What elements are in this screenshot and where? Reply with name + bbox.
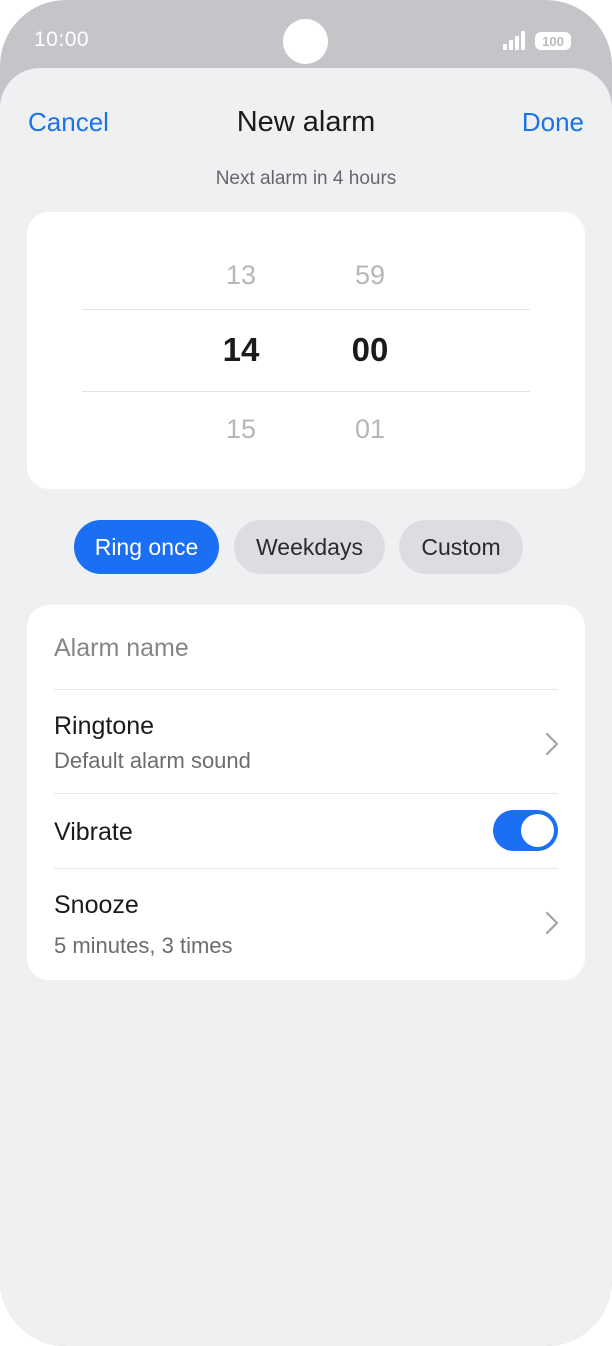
status-bar: 10:00 100 <box>0 0 612 68</box>
status-time: 10:00 <box>34 28 90 51</box>
alarm-name-input[interactable]: Alarm name <box>54 634 189 663</box>
vibrate-label: Vibrate <box>54 818 133 846</box>
ringtone-value: Default alarm sound <box>54 748 251 773</box>
alarm-name-row[interactable]: Alarm name <box>27 605 585 689</box>
vibrate-toggle[interactable] <box>493 810 558 851</box>
battery-level: 100 <box>542 33 564 49</box>
battery-icon: 100 <box>535 32 571 50</box>
minute-prev[interactable]: 59 <box>320 260 420 291</box>
time-picker[interactable]: 13 59 14 00 15 01 <box>27 212 585 489</box>
ringtone-row[interactable]: Ringtone Default alarm sound <box>27 690 585 793</box>
toggle-knob <box>521 814 554 847</box>
ringtone-label: Ringtone <box>54 712 155 740</box>
chevron-right-icon <box>545 911 559 935</box>
hour-next[interactable]: 15 <box>191 414 291 445</box>
snooze-value: 5 minutes, 3 times <box>54 933 233 958</box>
phone-frame: 10:00 100 Cancel New alarm Done Next ala… <box>0 0 612 1346</box>
minute-next[interactable]: 01 <box>320 414 420 445</box>
camera-cutout <box>283 19 328 64</box>
picker-divider-top <box>82 309 530 310</box>
alarm-settings-card: Alarm name Ringtone Default alarm sound … <box>27 605 585 980</box>
signal-icon <box>503 31 525 50</box>
repeat-ring-once-chip[interactable]: Ring once <box>74 520 219 574</box>
repeat-custom-chip[interactable]: Custom <box>399 520 523 574</box>
chevron-right-icon <box>545 732 559 756</box>
snooze-row[interactable]: Snooze 5 minutes, 3 times <box>27 869 585 980</box>
done-button[interactable]: Done <box>522 107 584 138</box>
hour-selected[interactable]: 14 <box>191 331 291 369</box>
minute-selected[interactable]: 00 <box>320 331 420 369</box>
hour-prev[interactable]: 13 <box>191 260 291 291</box>
picker-divider-bottom <box>82 391 530 392</box>
vibrate-row[interactable]: Vibrate <box>27 794 585 868</box>
repeat-weekdays-chip[interactable]: Weekdays <box>234 520 385 574</box>
next-alarm-info: Next alarm in 4 hours <box>215 168 397 189</box>
snooze-label: Snooze <box>54 891 139 919</box>
page-title: New alarm <box>236 106 376 138</box>
